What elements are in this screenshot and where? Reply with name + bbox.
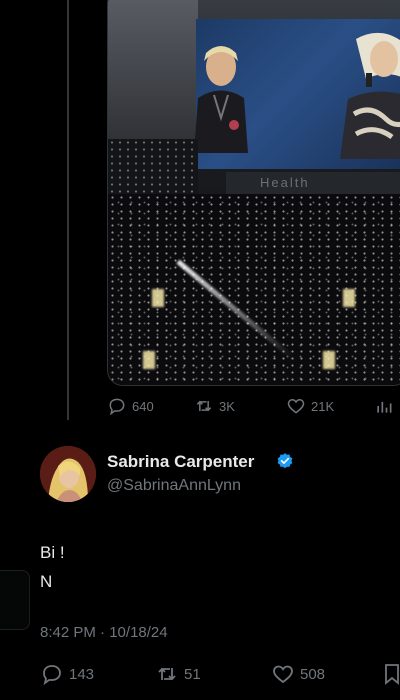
- author-handle[interactable]: @SabrinaAnnLynn: [107, 477, 241, 495]
- tweet-time: 8:42 PM: [40, 624, 96, 641]
- repost-count: 51: [184, 665, 201, 683]
- author-display-name[interactable]: Sabrina Carpenter: [107, 452, 254, 472]
- performer-figure: [340, 33, 400, 159]
- timestamp-separator: ·: [100, 624, 106, 641]
- reply-count: 143: [69, 665, 95, 683]
- reply-button[interactable]: 143: [40, 662, 94, 686]
- tweet-text-line: N: [40, 572, 53, 591]
- repost-count: 3K: [219, 398, 235, 414]
- stage-light: [343, 289, 355, 307]
- tweet-media-image[interactable]: Health: [107, 0, 400, 386]
- stage-light: [323, 351, 335, 369]
- views-icon: [377, 401, 392, 413]
- like-icon: [287, 398, 305, 414]
- stage-light: [152, 289, 164, 307]
- tweet-timestamp[interactable]: 8:42 PM · 10/18/24: [40, 624, 168, 641]
- tweet-text-line: Bi !: [40, 543, 65, 562]
- reply-icon: [109, 398, 125, 416]
- thread-line: [67, 0, 69, 420]
- tweet-text: Bi ! N: [40, 538, 65, 596]
- like-icon: [273, 665, 293, 684]
- stage-structure: [108, 0, 198, 159]
- bookmark-icon: [385, 664, 399, 685]
- repost-button[interactable]: 51: [155, 662, 201, 686]
- reply-count: 640: [132, 398, 154, 414]
- avatar[interactable]: [40, 446, 96, 502]
- stage-light: [143, 351, 155, 369]
- bookmark-button[interactable]: [384, 662, 400, 686]
- verified-badge-icon: [277, 453, 293, 469]
- avatar-image: [40, 446, 96, 502]
- like-button[interactable]: 21K: [286, 396, 334, 416]
- reply-button[interactable]: 640: [107, 396, 154, 416]
- side-panel-edge: [0, 570, 30, 630]
- views-button[interactable]: [374, 396, 394, 416]
- tweet-date: 10/18/24: [109, 624, 168, 641]
- like-count: 21K: [311, 398, 335, 414]
- stadium-banner: Health: [226, 172, 400, 194]
- like-button[interactable]: 508: [271, 662, 325, 686]
- repost-button[interactable]: 3K: [194, 396, 235, 416]
- reply-icon: [43, 665, 61, 686]
- performer-figure: [194, 46, 248, 153]
- like-count: 508: [300, 665, 326, 683]
- repost-icon: [158, 667, 176, 681]
- repost-icon: [196, 400, 212, 412]
